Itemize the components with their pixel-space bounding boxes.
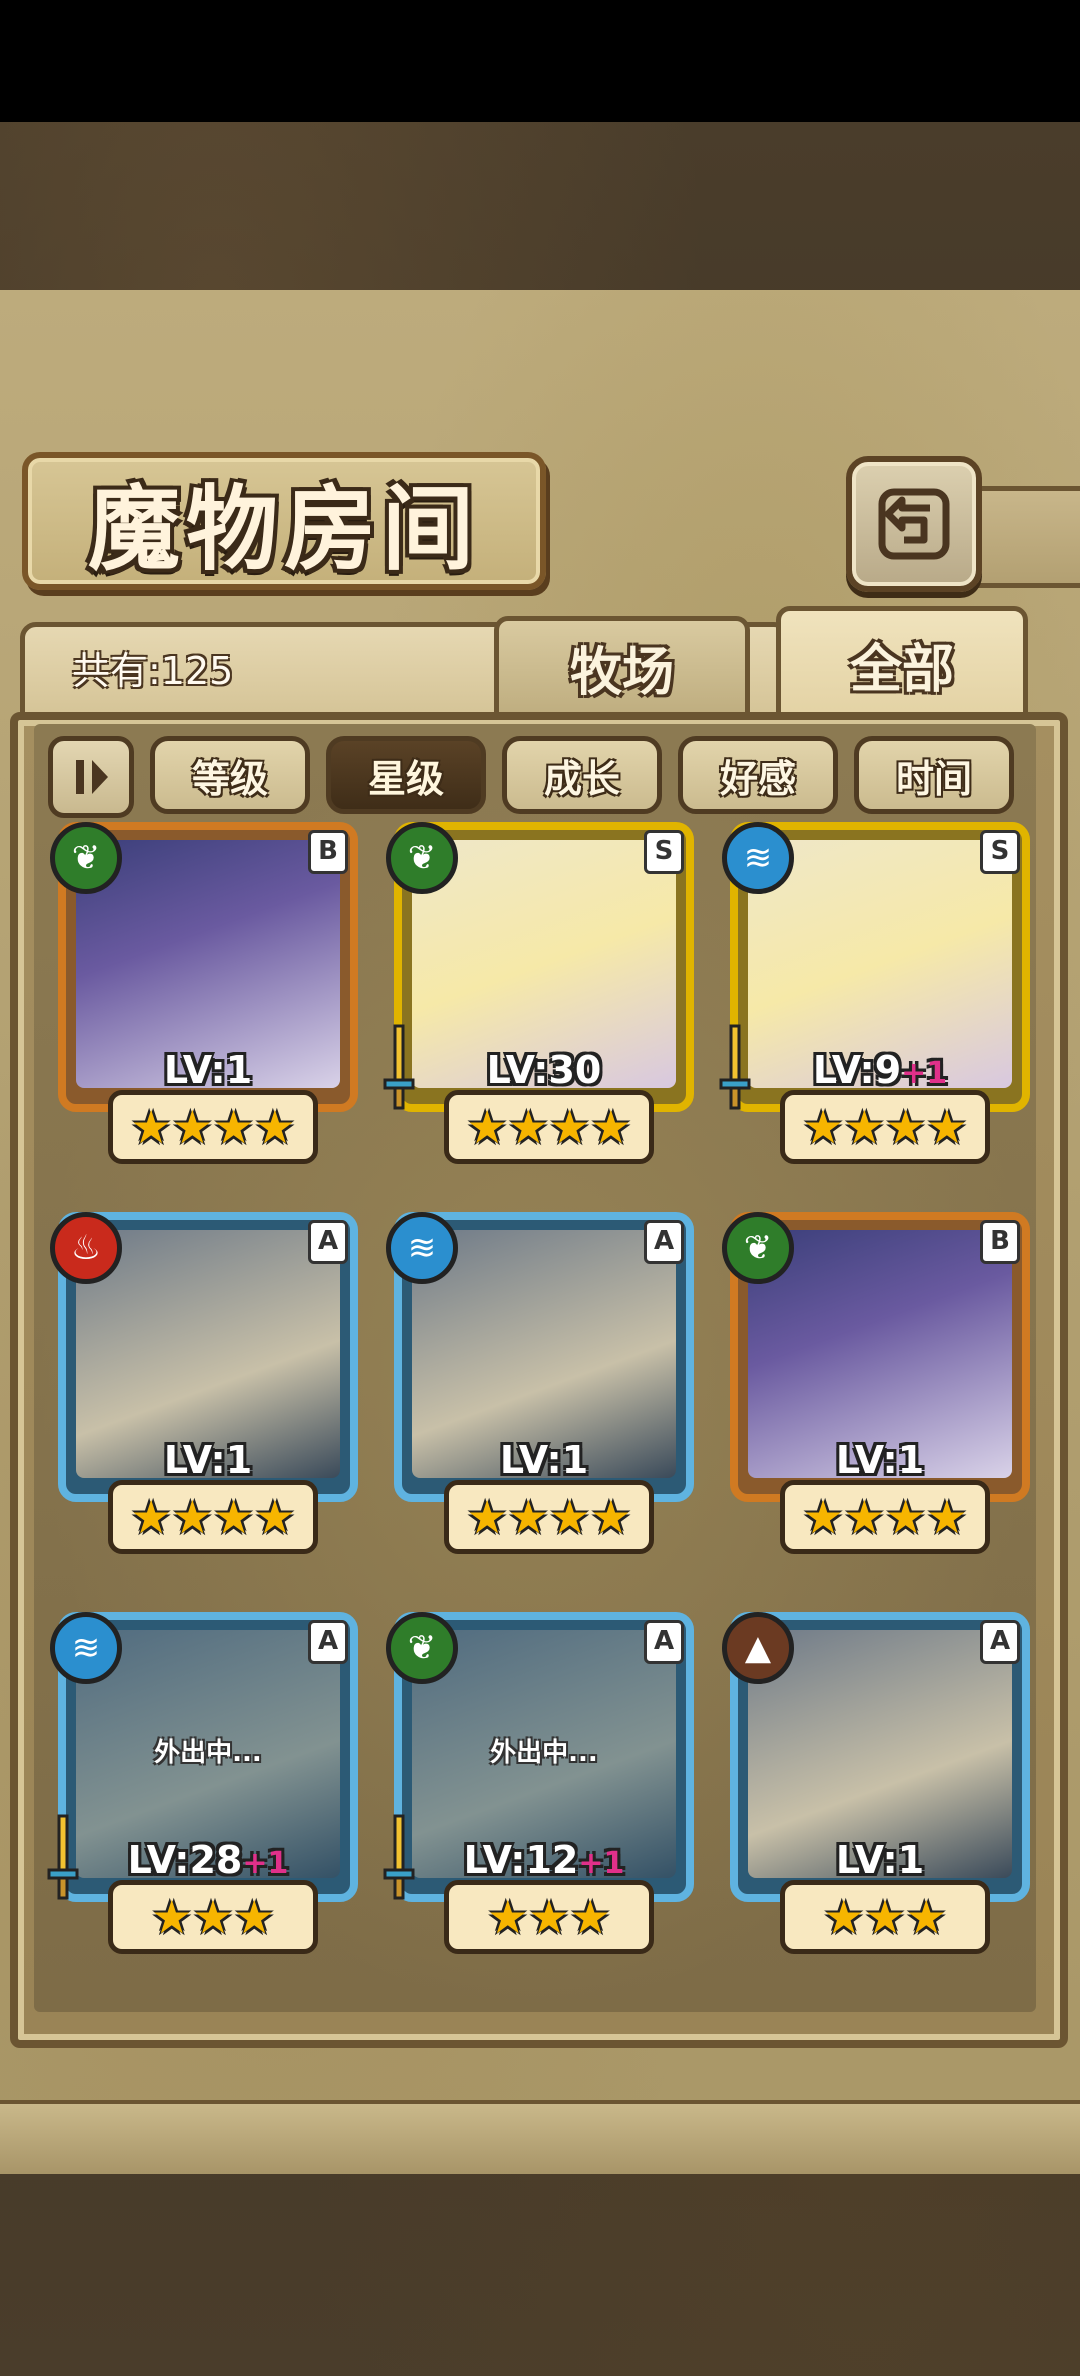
monster-card[interactable]: A ♨ LV:1 ★★★★ xyxy=(50,1212,366,1554)
level-value: LV:1 xyxy=(835,1838,925,1882)
star-rating: ★★★★ xyxy=(444,1480,654,1554)
sort-order-icon xyxy=(76,760,108,794)
rank-badge: B xyxy=(980,1220,1020,1264)
level-label: LV:12+1 xyxy=(386,1838,702,1882)
water-icon: ≋ xyxy=(722,822,794,894)
level-value: LV:28 xyxy=(127,1838,243,1882)
monster-card[interactable]: A ≋ 外出中... LV:28+1 ★★★ xyxy=(47,1612,366,1954)
rank-badge: S xyxy=(644,830,684,874)
away-status: 外出中... xyxy=(154,1738,262,1768)
water-icon: ≋ xyxy=(386,1212,458,1284)
star-rating: ★★★ xyxy=(108,1880,318,1954)
rank-badge: A xyxy=(644,1220,684,1264)
level-value: LV:12 xyxy=(463,1838,579,1882)
rank-badge: S xyxy=(980,830,1020,874)
sort-growth-button[interactable]: 成长 xyxy=(502,736,662,814)
rank-badge: A xyxy=(644,1620,684,1664)
sort-time-button[interactable]: 时间 xyxy=(854,736,1014,814)
limit-break-plus: +1 xyxy=(242,1846,289,1881)
away-status: 外出中... xyxy=(490,1738,598,1768)
back-button-rail xyxy=(966,486,1080,588)
level-label: LV:1 xyxy=(722,1838,1038,1882)
leaf-icon: ❦ xyxy=(50,822,122,894)
star-rating: ★★★ xyxy=(780,1880,990,1954)
limit-break-plus: +1 xyxy=(578,1846,625,1881)
level-label: LV:9+1 xyxy=(722,1048,1038,1092)
monster-card[interactable]: S ≋ LV:9+1 ★★★★ xyxy=(719,822,1038,1164)
monster-card[interactable]: A ≋ LV:1 ★★★★ xyxy=(386,1212,702,1554)
level-value: LV:1 xyxy=(163,1048,253,1092)
monster-card[interactable]: B ❦ LV:1 ★★★★ xyxy=(722,1212,1038,1554)
star-rating: ★★★★ xyxy=(780,1090,990,1164)
leaf-icon: ❦ xyxy=(722,1212,794,1284)
sort-star-button[interactable]: 星级 xyxy=(326,736,486,814)
monster-count: 共有:125 xyxy=(72,649,234,693)
tab-all[interactable]: 全部 xyxy=(776,606,1028,722)
monster-card[interactable]: A ❦ 外出中... LV:12+1 ★★★ xyxy=(383,1612,702,1954)
status-bar xyxy=(0,0,1080,122)
level-value: LV:1 xyxy=(835,1438,925,1482)
star-rating: ★★★★ xyxy=(108,1090,318,1164)
level-label: LV:28+1 xyxy=(50,1838,366,1882)
star-rating: ★★★★ xyxy=(780,1480,990,1554)
level-value: LV:1 xyxy=(163,1438,253,1482)
sort-level-button[interactable]: 等级 xyxy=(150,736,310,814)
page-title: 魔物房间 xyxy=(87,474,480,583)
level-label: LV:1 xyxy=(50,1438,366,1482)
star-rating: ★★★★ xyxy=(108,1480,318,1554)
monster-card[interactable]: B ❦ LV:1 ★★★★ xyxy=(50,822,366,1164)
level-value: LV:30 xyxy=(486,1048,602,1092)
level-label: LV:30 xyxy=(386,1048,702,1092)
back-button[interactable] xyxy=(846,456,982,592)
star-rating: ★★★★ xyxy=(444,1090,654,1164)
star-rating: ★★★ xyxy=(444,1880,654,1954)
fire-icon: ♨ xyxy=(50,1212,122,1284)
rank-badge: B xyxy=(308,830,348,874)
water-icon: ≋ xyxy=(50,1612,122,1684)
leaf-icon: ❦ xyxy=(386,1612,458,1684)
level-label: LV:1 xyxy=(386,1438,702,1482)
rank-badge: A xyxy=(308,1620,348,1664)
return-arrow-icon xyxy=(878,488,950,560)
tab-pasture[interactable]: 牧场 xyxy=(494,616,750,718)
sort-bar: 等级 星级 成长 好感 时间 xyxy=(48,736,1028,818)
title-plate: 魔物房间 xyxy=(22,452,546,590)
level-value: LV:1 xyxy=(499,1438,589,1482)
limit-break-plus: +1 xyxy=(901,1056,948,1091)
level-value: LV:9 xyxy=(812,1048,902,1092)
sort-affinity-button[interactable]: 好感 xyxy=(678,736,838,814)
rank-badge: A xyxy=(308,1220,348,1264)
rank-badge: A xyxy=(980,1620,1020,1664)
sort-order-toggle[interactable] xyxy=(48,736,134,818)
level-label: LV:1 xyxy=(50,1048,366,1092)
earth-icon: ▲ xyxy=(722,1612,794,1684)
monster-card[interactable]: S ❦ LV:30 ★★★★ xyxy=(383,822,702,1164)
leaf-icon: ❦ xyxy=(386,822,458,894)
monster-card[interactable]: A ▲ LV:1 ★★★ xyxy=(722,1612,1038,1954)
level-label: LV:1 xyxy=(722,1438,1038,1482)
bottom-frame xyxy=(0,2100,1080,2174)
